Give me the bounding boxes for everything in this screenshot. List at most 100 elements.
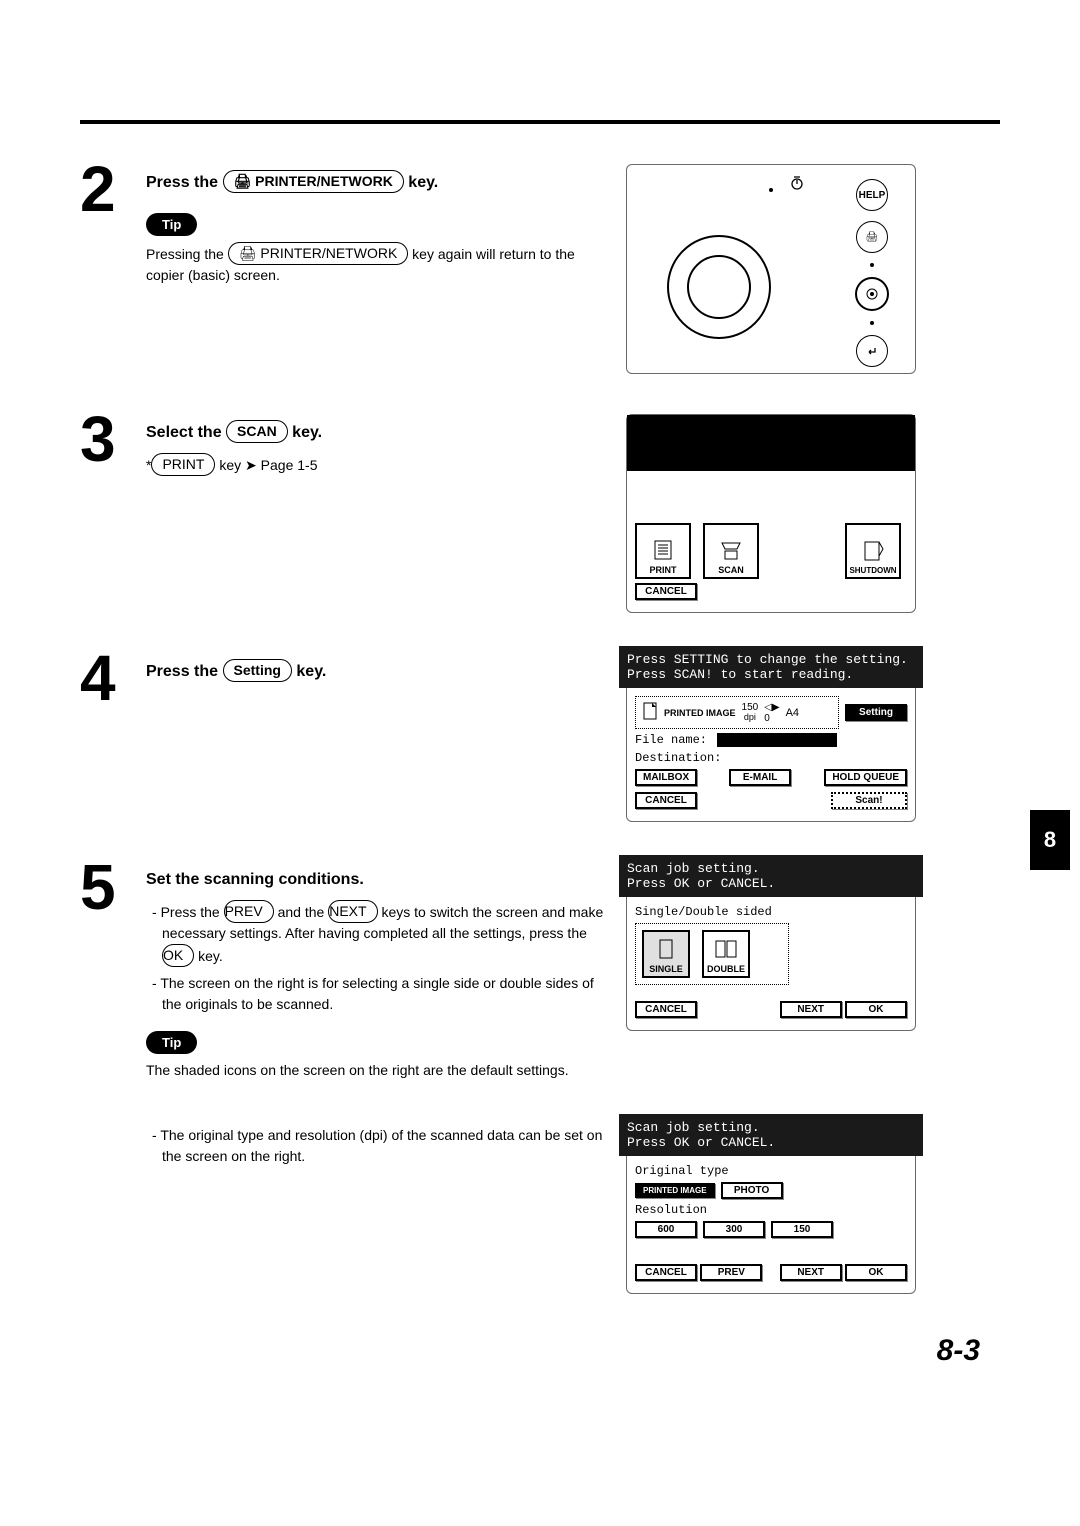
shutdown-option[interactable]: SHUTDOWN xyxy=(845,523,901,579)
scan-button[interactable]: Scan! xyxy=(831,792,907,809)
label: SHUTDOWN xyxy=(849,566,896,575)
shutdown-icon xyxy=(860,538,886,564)
step-heading: Set the scanning conditions. xyxy=(146,868,606,892)
chapter-number: 8 xyxy=(1044,827,1056,853)
next-button[interactable]: NEXT xyxy=(780,1001,842,1018)
screen-instructions: Press SETTING to change the setting. Pre… xyxy=(619,646,923,688)
printer-icon: 🖨 xyxy=(239,245,257,261)
next-button[interactable]: NEXT xyxy=(780,1264,842,1281)
paper-size: A4 xyxy=(786,707,799,719)
step-number: 4 xyxy=(80,653,140,704)
step-number: 2 xyxy=(80,164,140,215)
button-column: HELP 🖨 xyxy=(853,177,891,369)
setting-key: Setting xyxy=(223,659,292,682)
text: Press the xyxy=(146,663,218,680)
instruction-line: Press SCAN! to start reading. xyxy=(627,667,915,682)
section-label: Single/Double sided xyxy=(635,905,907,919)
text: Select the xyxy=(146,424,222,441)
label: DOUBLE xyxy=(707,964,745,974)
target-button-icon xyxy=(855,277,889,311)
text: key. xyxy=(292,424,322,441)
section-label: Resolution xyxy=(635,1203,907,1217)
bottom-row: CANCEL Scan! xyxy=(635,792,907,809)
screen-header-blank xyxy=(627,415,915,471)
led-icon xyxy=(870,321,874,325)
printer-network-key-inline: 🖨 PRINTER/NETWORK xyxy=(228,242,409,265)
ok-button[interactable]: OK xyxy=(845,1001,907,1018)
list-item: The original type and resolution (dpi) o… xyxy=(146,1125,606,1167)
cancel-button[interactable]: CANCEL xyxy=(635,792,697,809)
option-group: SINGLE DOUBLE xyxy=(635,923,789,985)
step-text: The original type and resolution (dpi) o… xyxy=(146,1121,626,1173)
single-option[interactable]: SINGLE xyxy=(642,930,690,978)
prev-button[interactable]: PREV xyxy=(700,1264,762,1281)
filename-input[interactable] xyxy=(717,733,837,747)
printer-network-key: 🖨 PRINTER/NETWORK xyxy=(223,170,404,193)
filename-label: File name: xyxy=(635,733,707,747)
text: key. xyxy=(408,174,438,191)
ok-button[interactable]: OK xyxy=(845,1264,907,1281)
cancel-button[interactable]: CANCEL xyxy=(635,1001,697,1018)
scan-option[interactable]: SCAN xyxy=(703,523,759,579)
single-page-icon xyxy=(656,938,676,962)
step-heading: Press the Setting key. xyxy=(146,659,606,684)
pointer-icon: ➤ xyxy=(245,457,257,473)
step-number: 5 xyxy=(80,862,140,913)
bottom-row: CANCEL xyxy=(635,583,907,600)
setting-button[interactable]: Setting xyxy=(845,704,907,721)
step-heading: Press the 🖨 PRINTER/NETWORK key. xyxy=(146,170,606,195)
res-300-button[interactable]: 300 xyxy=(703,1221,765,1238)
cancel-button[interactable]: CANCEL xyxy=(635,1264,697,1281)
document-stack-icon xyxy=(650,537,676,563)
control-panel-illustration: HELP 🖨 xyxy=(626,164,916,374)
ok-key: OK xyxy=(162,944,194,967)
destination-label: Destination: xyxy=(635,751,907,765)
screen-setting: Press SETTING to change the setting. Pre… xyxy=(626,653,916,822)
res-600-button[interactable]: 600 xyxy=(635,1221,697,1238)
text: Press the xyxy=(161,904,220,920)
page-content: 2 Press the 🖨 PRINTER/NETWORK key. Tip P… xyxy=(0,0,1080,1408)
text: key. xyxy=(198,948,223,964)
section-label: Original type xyxy=(635,1164,907,1178)
bottom-row: CANCEL NEXT OK xyxy=(635,1001,907,1018)
screen-body: PRINT SCAN SHUTDOWN CANCEL xyxy=(627,523,915,612)
print-option[interactable]: PRINT xyxy=(635,523,691,579)
res-150-button[interactable]: 150 xyxy=(771,1221,833,1238)
chapter-tab: 8 xyxy=(1030,810,1070,870)
step-2: 2 Press the 🖨 PRINTER/NETWORK key. Tip P… xyxy=(80,164,1000,374)
resolution-row: 600 300 150 xyxy=(635,1221,907,1238)
screen-instructions: Scan job setting. Press OK or CANCEL. xyxy=(619,855,923,897)
led-icon xyxy=(769,188,773,192)
printed-image-button[interactable]: PRINTED IMAGE xyxy=(635,1183,715,1198)
step-5a: 5 Set the scanning conditions. Press the… xyxy=(80,862,1000,1081)
step-text: Select the SCAN key. *PRINT key ➤ Page 1… xyxy=(146,414,626,476)
photo-button[interactable]: PHOTO xyxy=(721,1182,783,1199)
step-5b: The original type and resolution (dpi) o… xyxy=(80,1121,1000,1294)
destination-row: MAILBOX E-MAIL HOLD QUEUE xyxy=(635,769,907,786)
instruction-line: Press OK or CANCEL. xyxy=(627,1135,915,1150)
page-number: 8-3 xyxy=(80,1334,1000,1368)
step-text: Set the scanning conditions. Press the P… xyxy=(146,862,626,1081)
timer-icon xyxy=(789,178,805,195)
instruction-line: Press SETTING to change the setting. xyxy=(627,652,915,667)
double-page-icon xyxy=(714,938,738,962)
tip-badge: Tip xyxy=(146,1031,197,1054)
email-button[interactable]: E-MAIL xyxy=(729,769,791,786)
screen-print-scan: PRINT SCAN SHUTDOWN CANCEL xyxy=(626,414,916,613)
holdqueue-button[interactable]: HOLD QUEUE xyxy=(824,769,907,786)
step-heading: Select the SCAN key. xyxy=(146,420,606,445)
rot-value: 0 xyxy=(764,713,770,724)
screen-body: Original type PRINTED IMAGE PHOTO Resolu… xyxy=(627,1164,915,1293)
mailbox-button[interactable]: MAILBOX xyxy=(635,769,697,786)
cancel-button[interactable]: CANCEL xyxy=(635,583,697,600)
type-row: PRINTED IMAGE PHOTO xyxy=(635,1182,907,1199)
step-3: 3 Select the SCAN key. *PRINT key ➤ Page… xyxy=(80,414,1000,613)
bullet-list: Press the PREV and the NEXT keys to swit… xyxy=(146,900,606,1015)
screen-body: Single/Double sided SINGLE DOUBLE CANCEL… xyxy=(627,905,915,1030)
double-option[interactable]: DOUBLE xyxy=(702,930,750,978)
label: SCAN xyxy=(718,565,744,575)
step-4: 4 Press the Setting key. Press SETTING t… xyxy=(80,653,1000,822)
print-key: PRINT xyxy=(151,453,215,476)
screen-instructions: Scan job setting. Press OK or CANCEL. xyxy=(619,1114,923,1156)
filename-row: File name: xyxy=(635,733,907,747)
